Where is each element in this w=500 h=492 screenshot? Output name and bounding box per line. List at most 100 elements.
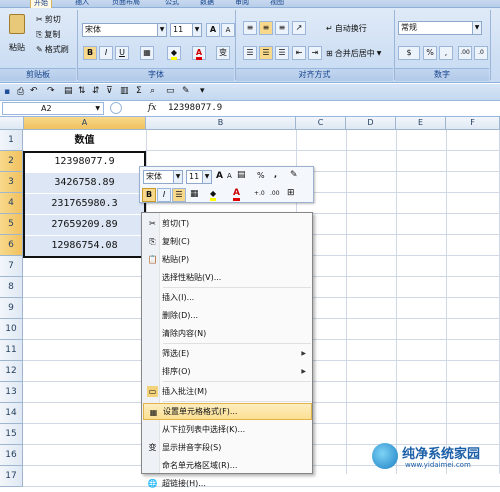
menu-item-clear-contents[interactable]: 清除内容(N) — [143, 325, 312, 342]
font-name-combo[interactable]: 宋体 ▼ — [82, 23, 167, 37]
shrink-font-button[interactable]: A — [221, 23, 235, 37]
preview-icon[interactable]: ▭ — [166, 86, 175, 96]
tab-data[interactable]: 数据 — [200, 0, 214, 8]
row-header-7[interactable]: 7 — [0, 256, 23, 277]
tab-formulas[interactable]: 公式 — [165, 0, 179, 8]
menu-item-show-phonetic[interactable]: 变显示拼音字段(S) — [143, 439, 312, 456]
percent-button[interactable]: % — [423, 46, 437, 60]
decrease-indent-button[interactable]: ⇤ — [292, 46, 306, 60]
save-icon[interactable]: ▪ — [4, 87, 10, 97]
paste-button[interactable]: 粘贴 — [5, 14, 29, 53]
number-format-combo[interactable]: 常规 ▼ — [398, 21, 482, 35]
insert-function-button[interactable]: fx — [148, 103, 156, 113]
mini-shrink-font-button[interactable]: A — [227, 172, 232, 180]
wrap-text-button[interactable]: ↵ 自动换行 — [326, 23, 367, 34]
comma-button[interactable]: , — [439, 46, 453, 60]
align-right-button[interactable]: ☰ — [275, 46, 289, 60]
brush-icon[interactable]: ✎ — [290, 170, 298, 180]
mini-comma-button[interactable]: , — [274, 170, 277, 179]
mini-grow-font-button[interactable]: A — [216, 171, 223, 181]
tab-page-layout[interactable]: 页面布局 — [112, 0, 140, 8]
row-header-15[interactable]: 15 — [0, 424, 23, 445]
border-icon[interactable]: ▦ — [190, 189, 199, 199]
font-size-combo[interactable]: 11 ▼ — [170, 23, 202, 37]
sort-ascending-icon[interactable]: ⇅ — [78, 86, 86, 96]
mini-size-combo[interactable]: 11 ▼ — [186, 170, 212, 184]
cut-button[interactable]: ✂ 剪切 — [36, 14, 61, 25]
fill-color-button[interactable]: ◆ — [167, 46, 181, 60]
menu-item-insert-comment[interactable]: ▭ 插入批注(M) — [143, 383, 312, 400]
menu-item-insert[interactable]: 插入(I)... — [143, 289, 312, 306]
mini-currency-icon[interactable]: ▤ — [237, 170, 246, 180]
row-header-13[interactable]: 13 — [0, 382, 23, 403]
brush-icon[interactable]: ✎ — [182, 86, 190, 96]
align-left-button[interactable]: ☰ — [243, 46, 257, 60]
align-middle-button[interactable]: ≡ — [259, 21, 273, 35]
row-header-14[interactable]: 14 — [0, 403, 23, 424]
increase-decimal-button[interactable]: .00 — [458, 46, 472, 60]
menu-item-hyperlink[interactable]: 🌐 超链接(H)... — [143, 475, 312, 492]
decrease-decimal-button[interactable]: .0 — [474, 46, 488, 60]
underline-button[interactable]: U — [115, 46, 129, 60]
open-icon[interactable]: ▤ — [64, 86, 73, 96]
border-button[interactable]: ▦ — [140, 46, 154, 60]
mini-font-combo[interactable]: 宋体 ▼ — [143, 170, 183, 184]
bold-button[interactable]: B — [83, 46, 97, 60]
mini-percent-button[interactable]: % — [257, 171, 265, 180]
format-painter-button[interactable]: ✎ 格式刷 — [36, 44, 69, 55]
sort-descending-icon[interactable]: ⇵ — [92, 86, 100, 96]
column-header-f[interactable]: F — [446, 117, 500, 130]
mini-center-button[interactable]: ☰ — [172, 188, 186, 202]
currency-button[interactable]: $ — [398, 46, 420, 60]
chevron-down-icon[interactable]: ▼ — [157, 24, 166, 36]
fill-color-icon[interactable]: ◆ — [210, 189, 217, 201]
align-bottom-button[interactable]: ≡ — [275, 21, 289, 35]
italic-button[interactable]: I — [99, 46, 113, 60]
sum-icon[interactable]: Σ — [136, 86, 142, 96]
column-header-d[interactable]: D — [346, 117, 396, 130]
row-header-11[interactable]: 11 — [0, 340, 23, 361]
menu-item-filter[interactable]: 筛选(E) ▶ — [143, 345, 312, 362]
row-header-10[interactable]: 10 — [0, 319, 23, 340]
increase-indent-button[interactable]: ⇥ — [308, 46, 322, 60]
column-header-a[interactable]: A — [24, 117, 146, 130]
menu-item-delete[interactable]: 删除(D)... — [143, 307, 312, 324]
align-center-button[interactable]: ☰ — [259, 46, 273, 60]
chevron-down-icon[interactable]: ▼ — [202, 171, 211, 183]
row-header-2[interactable]: 2 — [0, 151, 23, 172]
copy-button[interactable]: ⎘ 复制 — [36, 29, 60, 40]
menu-item-pick-from-list[interactable]: 从下拉列表中选择(K)... — [143, 421, 312, 438]
chevron-down-icon[interactable]: ▼ — [173, 171, 182, 183]
phonetic-button[interactable]: 变 — [216, 46, 230, 60]
menu-item-name-range[interactable]: 命名单元格区域(R)... — [143, 457, 312, 474]
column-header-b[interactable]: B — [146, 117, 296, 130]
menu-item-copy[interactable]: ⎘ 复制(C) — [143, 233, 312, 250]
menu-item-paste-special[interactable]: 选择性粘贴(V)... — [143, 269, 312, 286]
row-header-12[interactable]: 12 — [0, 361, 23, 382]
row-header-17[interactable]: 17 — [0, 466, 23, 487]
redo-icon[interactable]: ↷ — [47, 86, 55, 96]
grow-font-button[interactable]: A — [206, 23, 220, 37]
formula-input[interactable]: 12398077.9 — [168, 103, 222, 113]
name-box[interactable]: A2 ▼ — [2, 102, 104, 115]
menu-item-paste[interactable]: 📋 粘贴(P) — [143, 251, 312, 268]
tab-review[interactable]: 审阅 — [235, 0, 249, 8]
font-color-button[interactable]: A — [192, 46, 206, 60]
row-header-16[interactable]: 16 — [0, 445, 23, 466]
merge-icon[interactable]: ⊞ — [287, 188, 295, 198]
orientation-button[interactable]: ↗ — [292, 21, 306, 35]
zoom-icon[interactable]: ⌕ — [150, 86, 155, 96]
row-header-6[interactable]: 6 — [0, 235, 23, 256]
menu-item-cut[interactable]: ✂ 剪切(T) — [143, 215, 312, 232]
chevron-down-icon[interactable]: ▼ — [95, 103, 100, 114]
tab-insert[interactable]: 插入 — [75, 0, 89, 8]
row-header-9[interactable]: 9 — [0, 298, 23, 319]
tab-home[interactable]: 开始 — [30, 0, 52, 8]
cell-a1[interactable]: 数值 — [24, 131, 145, 151]
mini-italic-button[interactable]: I — [157, 188, 171, 202]
merge-center-button[interactable]: ⊞ 合并后居中 ▼ — [326, 48, 381, 59]
chevron-down-icon[interactable]: ▼ — [472, 22, 481, 34]
menu-item-format-cells[interactable]: ▦ 设置单元格格式(F)... — [143, 403, 312, 420]
font-color-icon[interactable]: A — [233, 188, 240, 201]
chart-icon[interactable]: ▥ — [120, 86, 129, 96]
